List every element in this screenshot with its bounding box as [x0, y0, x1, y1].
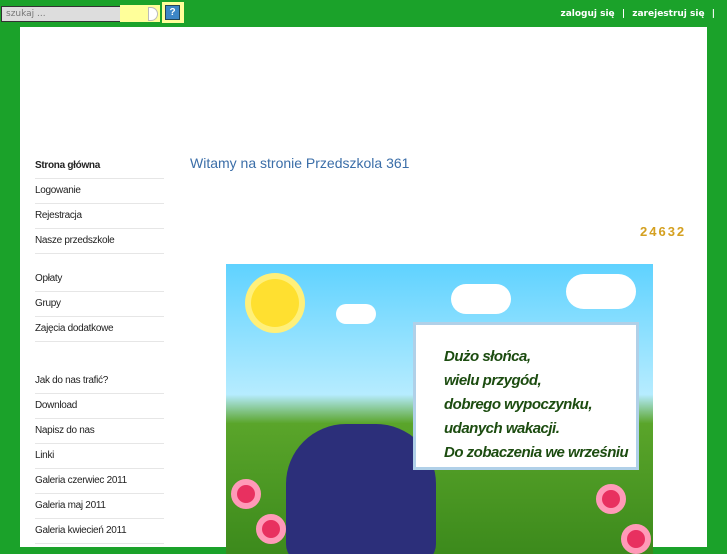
- search-button[interactable]: [120, 5, 160, 22]
- separator: |: [621, 9, 626, 19]
- menu-item-directions[interactable]: Jak do nas trafić?: [35, 369, 164, 394]
- menu-item-fees[interactable]: Opłaty: [35, 267, 164, 292]
- visit-counter: 24632: [640, 224, 687, 239]
- summer-banner-image: Dużo słońca, wielu przygód, dobrego wypo…: [226, 264, 653, 554]
- menu-item-home[interactable]: Strona główna: [35, 154, 164, 179]
- help-icon: ?: [165, 5, 180, 20]
- menu-item-gallery-june-2011[interactable]: Galeria czerwiec 2011: [35, 469, 164, 494]
- page-content: Strona główna Logowanie Rejestracja Nasz…: [20, 27, 707, 554]
- menu-item-download[interactable]: Download: [35, 394, 164, 419]
- menu-item-gallery-april-2011[interactable]: Galeria kwiecień 2011: [35, 519, 164, 544]
- arrow-icon: [148, 7, 158, 21]
- banner-message: Dużo słońca, wielu przygód, dobrego wypo…: [413, 322, 639, 470]
- page-title: Witamy na stronie Przedszkola 361: [190, 155, 410, 171]
- menu-item-groups[interactable]: Grupy: [35, 292, 164, 317]
- menu-item-gallery-may-2011[interactable]: Galeria maj 2011: [35, 494, 164, 519]
- account-links: zaloguj się | zarejestruj się |: [560, 9, 719, 19]
- login-link[interactable]: zaloguj się: [560, 9, 614, 19]
- sun-illustration: [251, 279, 299, 327]
- menu-item-register[interactable]: Rejestracja: [35, 204, 164, 229]
- top-bar: szukaj ... ? zaloguj się | zarejestruj s…: [0, 0, 727, 26]
- menu-item-extra-classes[interactable]: Zajęcia dodatkowe: [35, 317, 164, 342]
- menu-item-contact[interactable]: Napisz do nas: [35, 419, 164, 444]
- register-link[interactable]: zarejestruj się: [632, 9, 704, 19]
- sidebar-menu: Strona główna Logowanie Rejestracja Nasz…: [35, 154, 164, 544]
- menu-item-our-kindergarten[interactable]: Nasze przedszkole: [35, 229, 164, 254]
- help-button[interactable]: ?: [162, 2, 184, 23]
- separator: |: [711, 9, 715, 19]
- menu-item-links[interactable]: Linki: [35, 444, 164, 469]
- menu-item-login[interactable]: Logowanie: [35, 179, 164, 204]
